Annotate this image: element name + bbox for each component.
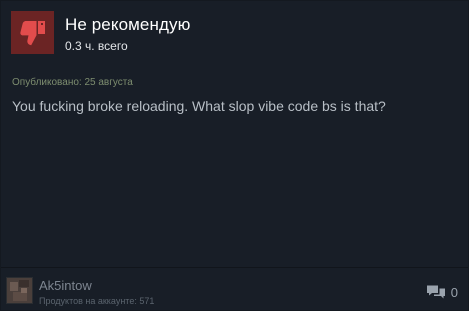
verdict-badge xyxy=(11,11,54,54)
comment-bubble-icon xyxy=(426,285,445,299)
author-products: Продуктов на аккаунте: 571 xyxy=(39,296,155,306)
review-header: Не рекомендую 0.3 ч. всего xyxy=(11,11,190,57)
review-footer: Ak5intow Продуктов на аккаунте: 571 0 xyxy=(1,267,468,310)
hours-played: 0.3 ч. всего xyxy=(65,39,128,53)
verdict-text-block: Не рекомендую 0.3 ч. всего xyxy=(65,11,190,53)
verdict-title: Не рекомендую xyxy=(65,15,191,34)
review-card: Не рекомендую 0.3 ч. всего Опубликовано:… xyxy=(0,0,469,311)
avatar-image xyxy=(7,278,32,303)
comments-button[interactable]: 0 xyxy=(426,284,458,300)
thumbs-down-icon xyxy=(19,20,45,45)
avatar[interactable] xyxy=(6,277,33,304)
comments-count: 0 xyxy=(450,284,458,300)
author-name[interactable]: Ak5intow xyxy=(39,278,92,293)
posted-date: Опубликовано: 25 августа xyxy=(12,77,133,88)
review-text: You fucking broke reloading. What slop v… xyxy=(12,98,386,114)
